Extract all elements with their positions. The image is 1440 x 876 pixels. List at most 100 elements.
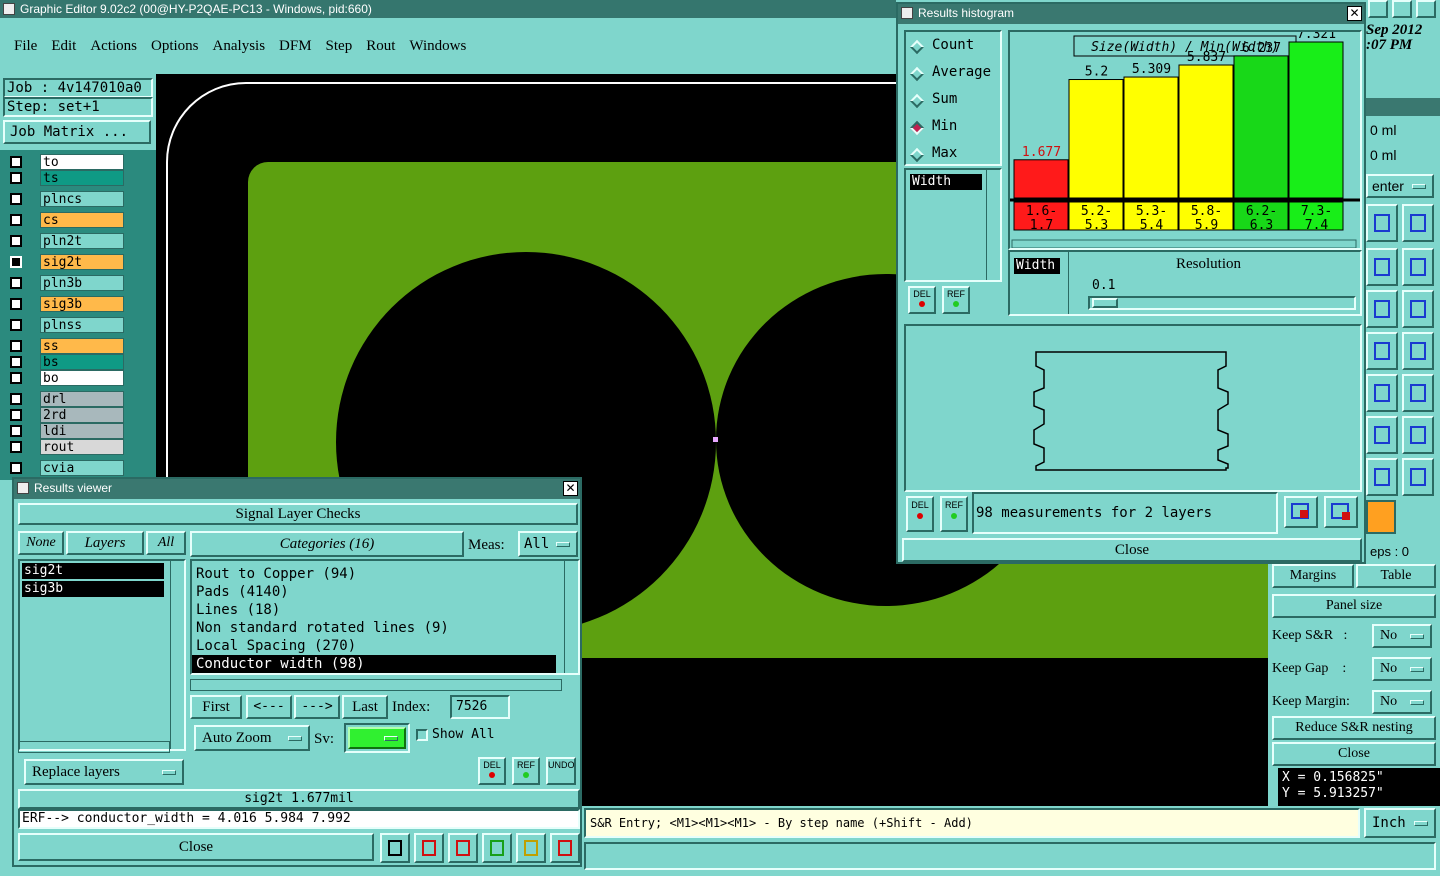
bottom-ref-button[interactable]: REF — [940, 496, 968, 532]
category-item[interactable]: Non standard rotated lines (9) — [192, 619, 556, 637]
tool-icon-7[interactable] — [1366, 332, 1398, 370]
bottom-del-button[interactable]: DEL — [906, 496, 934, 532]
layer-row-pln3b[interactable]: pln3b — [6, 275, 124, 291]
layer-row-to[interactable]: to — [6, 154, 124, 170]
reduce-sr-nesting-button[interactable]: Reduce S&R nesting — [1272, 716, 1436, 740]
layer-checkbox[interactable] — [10, 298, 22, 310]
viewer-undo-button[interactable]: UNDO — [546, 757, 576, 785]
tool-icon-1[interactable] — [1366, 204, 1398, 242]
highlight-tool-button[interactable] — [1366, 500, 1396, 534]
job-matrix-button[interactable]: Job Matrix ... — [3, 120, 151, 144]
layer-row-cvia[interactable]: cvia — [6, 460, 124, 476]
category-item[interactable]: Pads (4140) — [192, 583, 556, 601]
prev-button[interactable]: <--- — [246, 695, 292, 719]
field-item-width[interactable]: Width — [910, 174, 982, 190]
keep-gap-select[interactable]: No — [1372, 657, 1432, 681]
category-item[interactable]: Rout to Copper (94) — [192, 565, 556, 583]
margins-button[interactable]: Margins — [1272, 564, 1354, 588]
menu-dfm[interactable]: DFM — [279, 38, 312, 55]
layer-row-cs[interactable]: cs — [6, 212, 124, 228]
layer-checkbox[interactable] — [10, 319, 22, 331]
result-layer-item[interactable]: sig2t — [22, 563, 164, 579]
menu-edit[interactable]: Edit — [51, 38, 76, 55]
layer-checkbox[interactable] — [10, 340, 22, 352]
tool-icon-10[interactable] — [1402, 374, 1434, 412]
result-layer-item[interactable]: sig3b — [22, 581, 164, 597]
tool-icon-5[interactable] — [1366, 290, 1398, 328]
flag-icon[interactable] — [380, 833, 410, 863]
ref-button[interactable]: REF — [942, 286, 970, 314]
histogram-close-button[interactable]: Close — [902, 538, 1362, 562]
categories-header[interactable]: Categories (16) — [190, 531, 464, 557]
show-all-checkbox[interactable] — [416, 729, 428, 741]
export-right-icon[interactable] — [1324, 496, 1358, 528]
tool-icon-13[interactable] — [1366, 458, 1398, 496]
tool-icon-4[interactable] — [1402, 248, 1434, 286]
tool-icon-14[interactable] — [1402, 458, 1434, 496]
center-select[interactable]: enter — [1366, 174, 1434, 198]
menu-options[interactable]: Options — [151, 38, 199, 55]
layer-checkbox[interactable] — [10, 214, 22, 226]
keep-margin-select[interactable]: No — [1372, 690, 1432, 714]
first-button[interactable]: First — [190, 695, 242, 719]
layer-checkbox[interactable] — [10, 425, 22, 437]
layer-checkbox[interactable] — [10, 409, 22, 421]
layer-row-pln2t[interactable]: pln2t — [6, 233, 124, 249]
tool-icon-2[interactable] — [1402, 204, 1434, 242]
export-left-icon[interactable] — [1284, 496, 1318, 528]
layers-button[interactable]: Layers — [66, 531, 144, 555]
replace-layers-select[interactable]: Replace layers — [24, 759, 184, 785]
tool-icon-9[interactable] — [1366, 374, 1398, 412]
layer-red-icon[interactable] — [414, 833, 444, 863]
layer-checkbox[interactable] — [10, 277, 22, 289]
menu-file[interactable]: File — [14, 38, 37, 55]
menu-windows[interactable]: Windows — [409, 38, 466, 55]
viewer-close-button[interactable]: Close — [18, 833, 374, 861]
mode-radio-max[interactable] — [909, 147, 925, 163]
all-layers-button[interactable]: All — [146, 531, 186, 555]
menu-actions[interactable]: Actions — [90, 38, 137, 55]
close-icon[interactable]: ✕ — [1347, 6, 1362, 21]
no-ref-icon[interactable] — [448, 833, 478, 863]
mode-radio-count[interactable] — [909, 39, 925, 55]
layer-row-bo[interactable]: bo — [6, 370, 124, 386]
close-window-icon[interactable] — [1416, 0, 1436, 18]
layer-row-sig3b[interactable]: sig3b — [6, 296, 124, 312]
chart-icon[interactable] — [550, 833, 580, 863]
layer-row-sig2t[interactable]: sig2t — [6, 254, 124, 270]
viewer-del-button[interactable]: DEL — [478, 757, 506, 785]
tool-icon-3[interactable] — [1366, 248, 1398, 286]
notes-icon[interactable] — [516, 833, 546, 863]
layer-row-ldi[interactable]: ldi — [6, 423, 124, 439]
layer-row-2rd[interactable]: 2rd — [6, 407, 124, 423]
viewer-ref-button[interactable]: REF — [512, 757, 540, 785]
layer-checkbox[interactable] — [10, 235, 22, 247]
layer-checkbox[interactable] — [10, 156, 22, 168]
category-item[interactable]: Lines (18) — [192, 601, 556, 619]
category-item[interactable]: Conductor width (98) — [192, 655, 556, 673]
layer-checkbox[interactable] — [10, 393, 22, 405]
layer-row-drl[interactable]: drl — [6, 391, 124, 407]
table-button[interactable]: Table — [1356, 564, 1436, 588]
category-hscroll[interactable] — [190, 679, 562, 691]
layer-checkbox[interactable] — [10, 356, 22, 368]
layer-row-ss[interactable]: ss — [6, 338, 124, 354]
grid-icon[interactable] — [1368, 0, 1388, 18]
sv-select[interactable] — [344, 723, 410, 753]
category-item[interactable]: Local Spacing (270) — [192, 637, 556, 655]
layer-checkbox[interactable] — [10, 256, 22, 268]
del-button[interactable]: DEL — [908, 286, 936, 314]
auto-zoom-select[interactable]: Auto Zoom — [194, 725, 310, 751]
none-button[interactable]: None — [18, 531, 64, 555]
tool-icon-6[interactable] — [1402, 290, 1434, 328]
resolution-field-scrollbar[interactable] — [1068, 252, 1082, 314]
category-scrollbar[interactable] — [564, 561, 578, 673]
close-icon[interactable]: ✕ — [563, 481, 578, 496]
layer-checkbox[interactable] — [10, 462, 22, 474]
menu-rout[interactable]: Rout — [366, 38, 395, 55]
layer-row-ts[interactable]: ts — [6, 170, 124, 186]
next-button[interactable]: ---> — [294, 695, 340, 719]
layer-checkbox[interactable] — [10, 193, 22, 205]
layer-checkbox[interactable] — [10, 172, 22, 184]
layer-list-scrollbar[interactable] — [170, 561, 184, 749]
